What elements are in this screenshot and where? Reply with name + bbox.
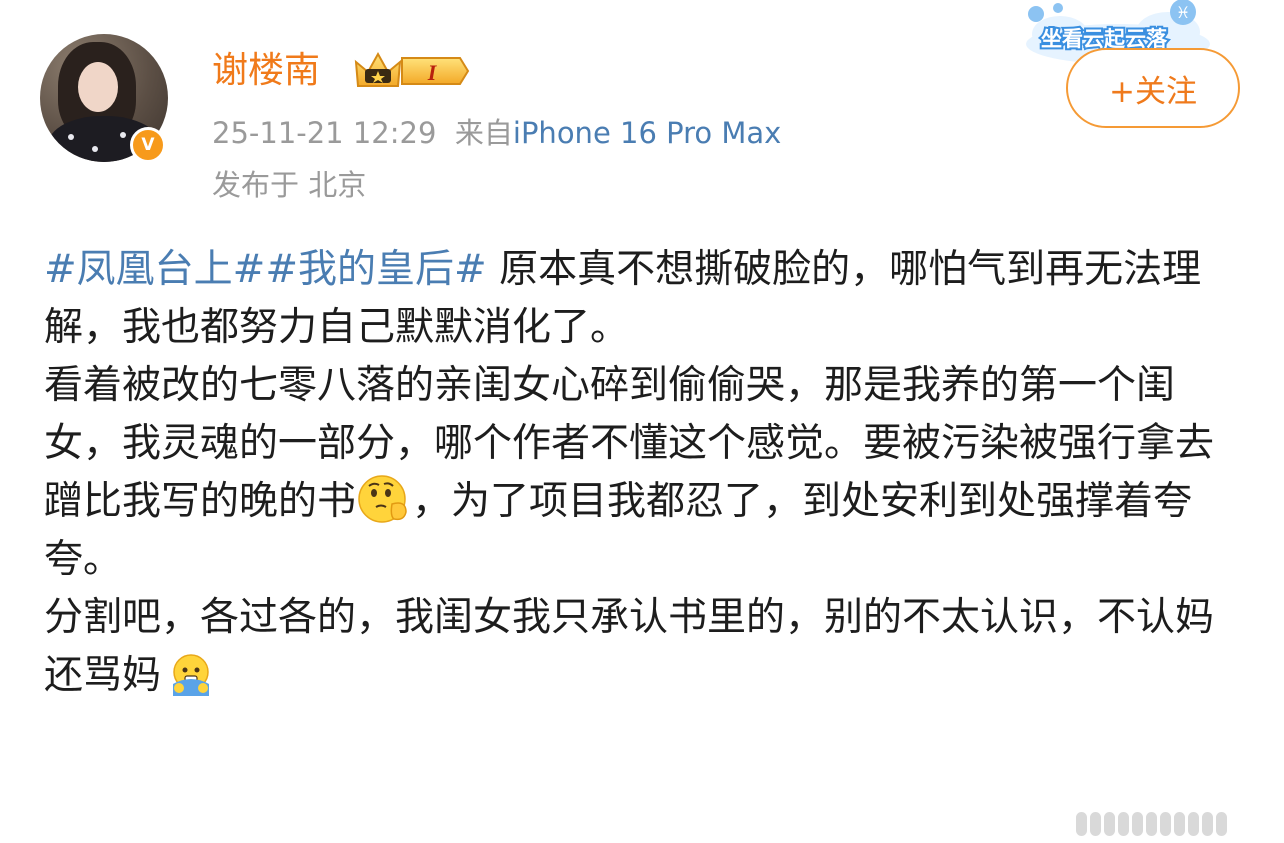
vip-crown-level-badge-icon[interactable]: I bbox=[354, 50, 470, 92]
avatar-face bbox=[78, 62, 118, 112]
svg-text:♓: ♓ bbox=[1176, 3, 1190, 22]
verified-badge-icon: V bbox=[130, 127, 166, 163]
avatar-pattern bbox=[92, 146, 98, 152]
paragraph-1: #凤凰台上##我的皇后# 原本真不想撕破脸的，哪怕气到再无法理解，我也都努力自己… bbox=[44, 241, 1244, 357]
avatar-pattern bbox=[68, 134, 74, 140]
more-indicator bbox=[1073, 812, 1227, 840]
username[interactable]: 谢楼南 bbox=[212, 46, 320, 96]
post-time[interactable]: 25-11-21 12:29 bbox=[212, 116, 436, 150]
avatar-pattern bbox=[120, 132, 126, 138]
post-meta: 25-11-21 12:29 来自iPhone 16 Pro Max bbox=[212, 112, 781, 154]
content-text: 分割吧，各过各的，我闺女我只承认书里的，别的不太认识，不认妈还骂妈 bbox=[44, 595, 1215, 698]
post-location: 发布于 北京 bbox=[212, 168, 367, 202]
thinking-emoji-icon bbox=[358, 475, 407, 523]
device-link[interactable]: iPhone 16 Pro Max bbox=[513, 116, 781, 150]
shivering-emoji-icon bbox=[173, 654, 210, 696]
level-number: I bbox=[427, 60, 438, 85]
topic-link[interactable]: #我的皇后# bbox=[265, 247, 486, 292]
source-label: 来自 bbox=[454, 116, 513, 150]
paragraph-3: 分割吧，各过各的，我闺女我只承认书里的，别的不太认识，不认妈还骂妈 bbox=[44, 589, 1244, 705]
follow-button[interactable]: +关注 bbox=[1066, 48, 1240, 128]
post-content: #凤凰台上##我的皇后# 原本真不想撕破脸的，哪怕气到再无法理解，我也都努力自己… bbox=[44, 241, 1244, 705]
paragraph-2: 看着被改的七零八落的亲闺女心碎到偷偷哭，那是我养的第一个闺女，我灵魂的一部分，哪… bbox=[44, 357, 1244, 589]
topic-link[interactable]: #凤凰台上# bbox=[44, 247, 265, 292]
